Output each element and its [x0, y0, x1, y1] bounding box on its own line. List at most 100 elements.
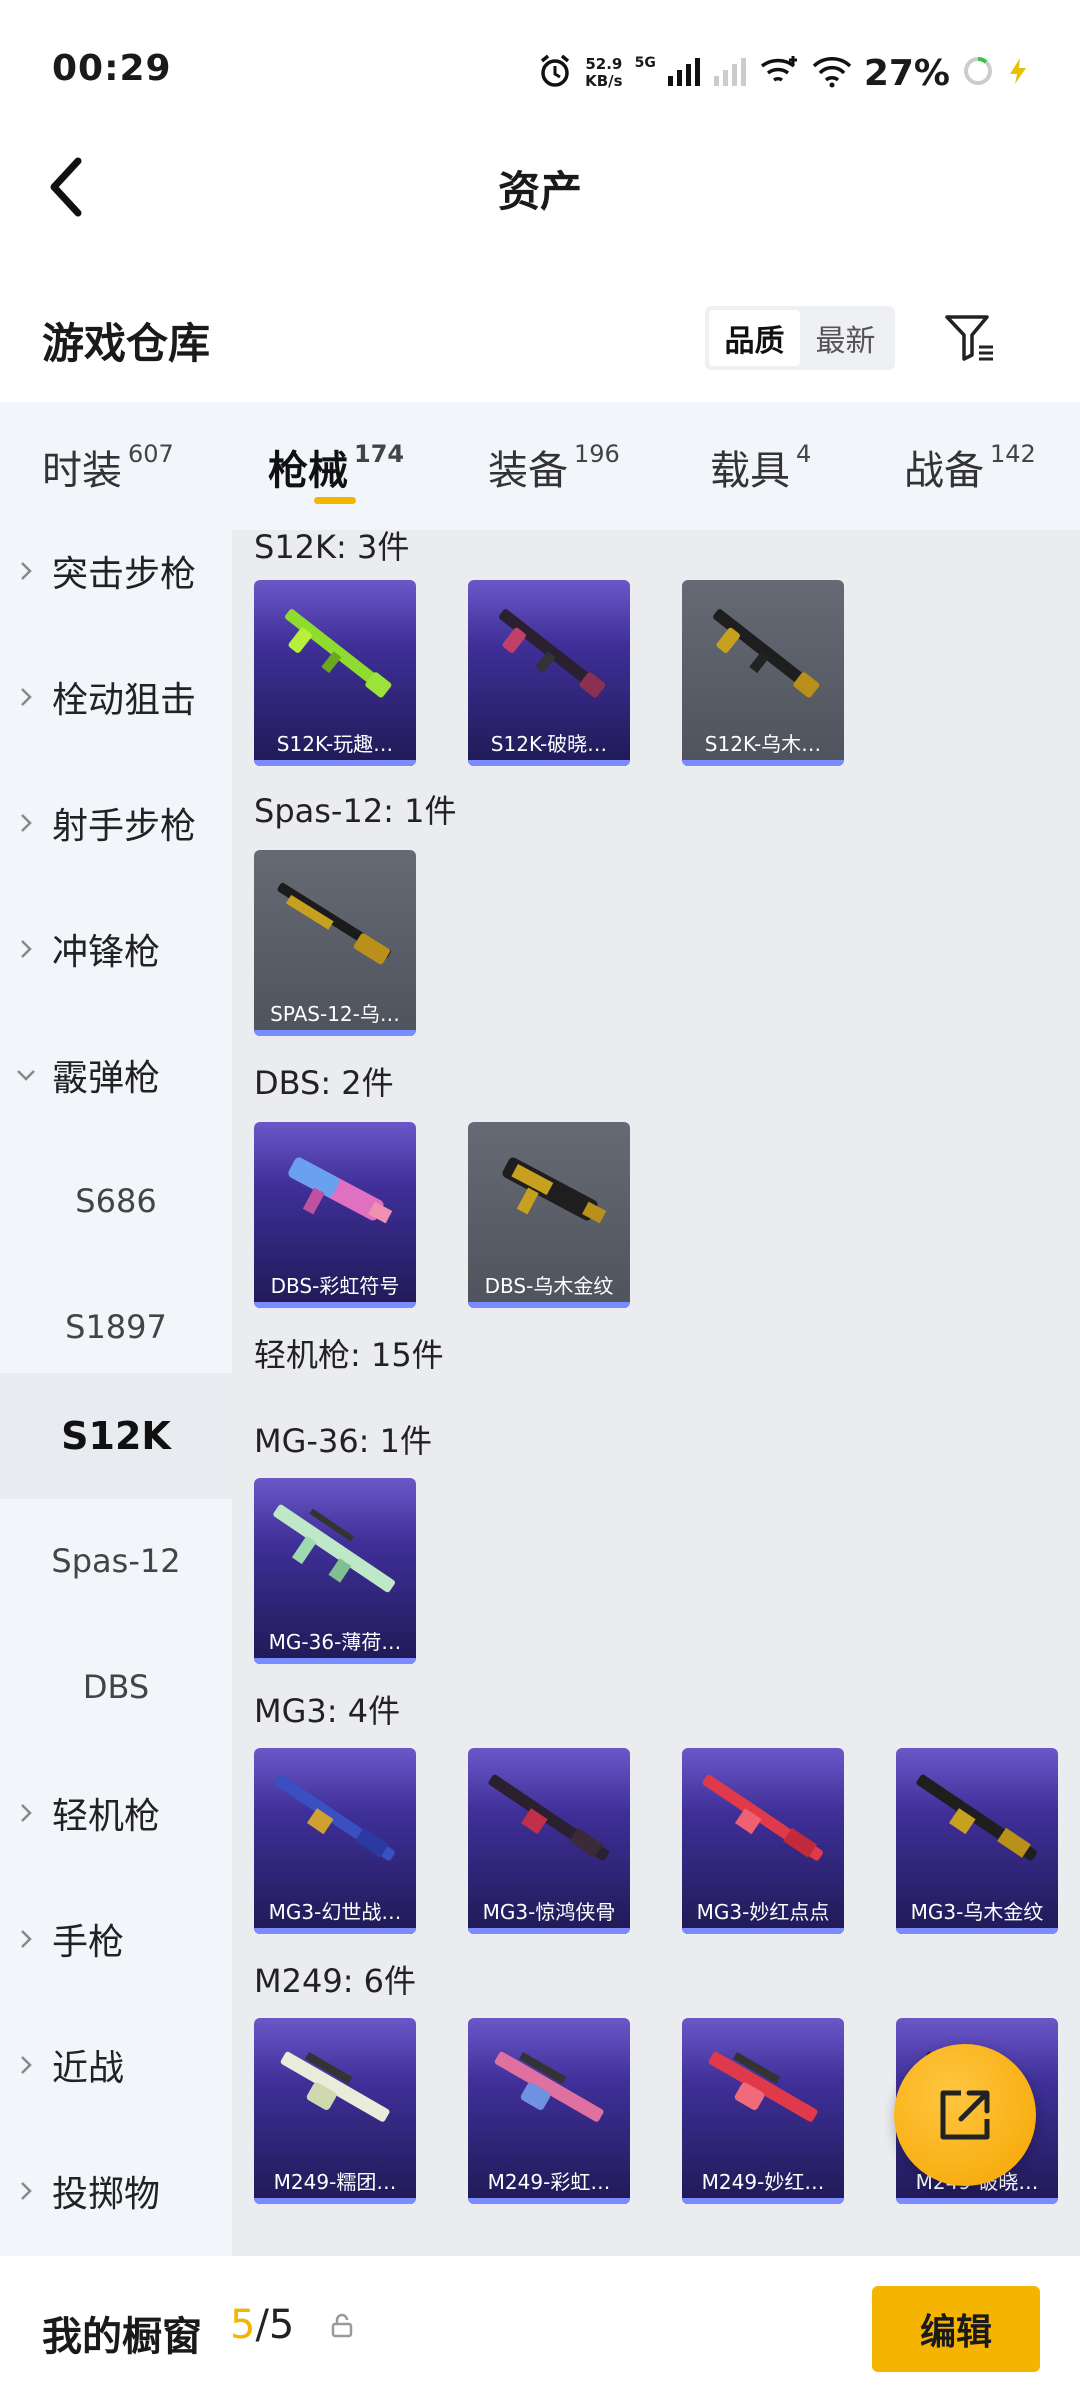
sidebar-sub-spas12[interactable]: Spas-12 [0, 1498, 232, 1624]
chevron-right-icon [0, 560, 52, 582]
chevron-right-icon [0, 2180, 52, 2202]
shotgun-icon [713, 609, 820, 698]
sidebar-item-label: 射手步枪 [52, 806, 197, 847]
machine-gun-icon [488, 1774, 609, 1861]
item-card[interactable]: M249-糯团… [254, 2018, 416, 2204]
rarity-bar [896, 1928, 1058, 1934]
tab-guns[interactable]: 枪械 174 [268, 438, 404, 496]
item-card[interactable]: M249-妙红… [682, 2018, 844, 2204]
tab-fashion[interactable]: 时装 607 [42, 438, 174, 496]
rarity-bar [254, 1928, 416, 1934]
rarity-bar [468, 1928, 630, 1934]
active-tab-indicator [314, 497, 356, 504]
item-name: S12K-乌木… [704, 732, 822, 756]
item-name: MG3-惊鸿侠骨 [482, 1900, 616, 1924]
sidebar-sub-dbs[interactable]: DBS [0, 1624, 232, 1750]
sidebar-item-label: 突击步枪 [52, 554, 197, 595]
item-card[interactable]: MG3-幻世战… [254, 1748, 416, 1934]
tab-vehicles[interactable]: 载具 4 [710, 438, 811, 496]
sidebar-item-assault-rifle[interactable]: 突击步枪 [0, 530, 232, 634]
item-name: SPAS-12-乌… [270, 1002, 400, 1026]
group-header-lmg: 轻机枪: 15件 [254, 1336, 444, 1374]
item-card[interactable]: MG3-惊鸿侠骨 [468, 1748, 630, 1934]
sidebar-sub-s686[interactable]: S686 [0, 1138, 232, 1264]
sidebar-item-throwables[interactable]: 投掷物 [0, 2128, 232, 2254]
sidebar-item-smg[interactable]: 冲锋枪 [0, 886, 232, 1012]
item-name: MG-36-薄荷… [268, 1630, 402, 1654]
machine-gun-icon [494, 2051, 604, 2122]
item-card[interactable]: MG3-乌木金纹 [896, 1748, 1058, 1934]
rarity-bar [896, 2198, 1058, 2204]
battery-ring-icon [962, 55, 994, 91]
chevron-right-icon [0, 2054, 52, 2076]
sort-newest-option[interactable]: 最新 [800, 310, 891, 366]
sidebar-item-label: 近战 [52, 2048, 125, 2089]
sidebar-item-shotgun[interactable]: 霰弹枪 [0, 1012, 232, 1138]
chevron-right-icon [0, 1802, 52, 1824]
filter-icon [945, 315, 993, 361]
chevron-down-icon [0, 1068, 52, 1082]
sidebar-sub-s1897[interactable]: S1897 [0, 1264, 232, 1390]
tab-battle-gear[interactable]: 战备 142 [904, 438, 1036, 496]
item-name: DBS-乌木金纹 [484, 1274, 614, 1298]
category-tabs: 时装 607 枪械 174 装备 196 载具 4 战备 142 [0, 402, 1080, 530]
app-root: { "status_bar": { "time": "00:29", "net_… [0, 0, 1080, 2400]
page-title: 资产 [497, 167, 582, 216]
network-type: 5G [634, 55, 656, 71]
filter-button[interactable] [940, 308, 1000, 368]
alarm-icon [537, 53, 573, 93]
item-card[interactable]: S12K-玩趣… [254, 580, 416, 766]
sidebar-item-bolt-sniper[interactable]: 栓动狙击 [0, 634, 232, 760]
network-speed: 52.9 KB/s [585, 55, 623, 90]
wifi-icon [812, 54, 852, 92]
showcase-bar: 我的橱窗 5/5 编辑 [0, 2256, 1080, 2400]
battery-percent: 27% [863, 52, 950, 94]
weapon-skin-list: S12K: 3件 S12K-玩趣… S12K-破晓… S12K-乌木… Spas… [232, 530, 1080, 2256]
item-name: S12K-破晓… [490, 732, 608, 756]
weapon-category-sidebar: 突击步枪 栓动狙击 射手步枪 冲锋枪 霰弹枪 S686 S1897 S12K S… [0, 530, 232, 2256]
item-card[interactable]: DBS-彩虹符号 [254, 1122, 416, 1308]
sort-quality-option[interactable]: 品质 [709, 310, 800, 366]
rarity-bar [254, 1658, 416, 1664]
sidebar-item-lmg[interactable]: 轻机枪 [0, 1750, 232, 1876]
item-card[interactable]: M249-彩虹… [468, 2018, 630, 2204]
machine-gun-icon [274, 1774, 395, 1861]
sidebar-item-label: 轻机枪 [52, 1796, 161, 1837]
item-card[interactable]: S12K-乌木… [682, 580, 844, 766]
item-card[interactable]: SPAS-12-乌… [254, 850, 416, 1036]
rarity-bar [254, 1030, 416, 1036]
sidebar-item-melee[interactable]: 近战 [0, 2002, 232, 2128]
item-name: MG3-乌木金纹 [910, 1900, 1044, 1924]
shotgun-icon [499, 609, 606, 698]
item-card[interactable]: MG-36-薄荷… [254, 1478, 416, 1664]
machine-gun-icon [916, 1774, 1037, 1861]
external-link-icon [940, 2090, 990, 2140]
edit-button[interactable]: 编辑 [872, 2286, 1040, 2372]
lock-icon [330, 2312, 354, 2344]
machine-gun-icon [708, 2051, 818, 2122]
item-name: M249-糯团… [273, 2170, 397, 2194]
item-name: S12K-玩趣… [276, 732, 394, 756]
item-card[interactable]: DBS-乌木金纹 [468, 1122, 630, 1308]
sidebar-item-pistol[interactable]: 手枪 [0, 1876, 232, 2002]
shotgun-icon [285, 609, 392, 698]
tab-equipment[interactable]: 装备 196 [488, 438, 620, 496]
sidebar-sub-s12k[interactable]: S12K [0, 1373, 232, 1499]
group-header-spas12: Spas-12: 1件 [254, 792, 457, 830]
shotgun-icon [502, 1157, 607, 1224]
rarity-bar [682, 2198, 844, 2204]
group-header-mg3: MG3: 4件 [254, 1692, 401, 1730]
shotgun-icon [288, 1157, 393, 1224]
showcase-count: 5/5 [230, 2302, 295, 2348]
item-name: MG3-幻世战… [268, 1900, 402, 1924]
shotgun-icon [277, 882, 391, 965]
rarity-bar [682, 1928, 844, 1934]
share-fab-button[interactable] [894, 2044, 1036, 2186]
item-card[interactable]: S12K-破晓… [468, 580, 630, 766]
sidebar-item-marksman-rifle[interactable]: 射手步枪 [0, 760, 232, 886]
wifi-plus-icon [760, 54, 800, 92]
chevron-right-icon [0, 812, 52, 834]
item-card[interactable]: MG3-妙红点点 [682, 1748, 844, 1934]
signal-icon [667, 56, 702, 90]
sidebar-item-label: 冲锋枪 [52, 932, 161, 973]
